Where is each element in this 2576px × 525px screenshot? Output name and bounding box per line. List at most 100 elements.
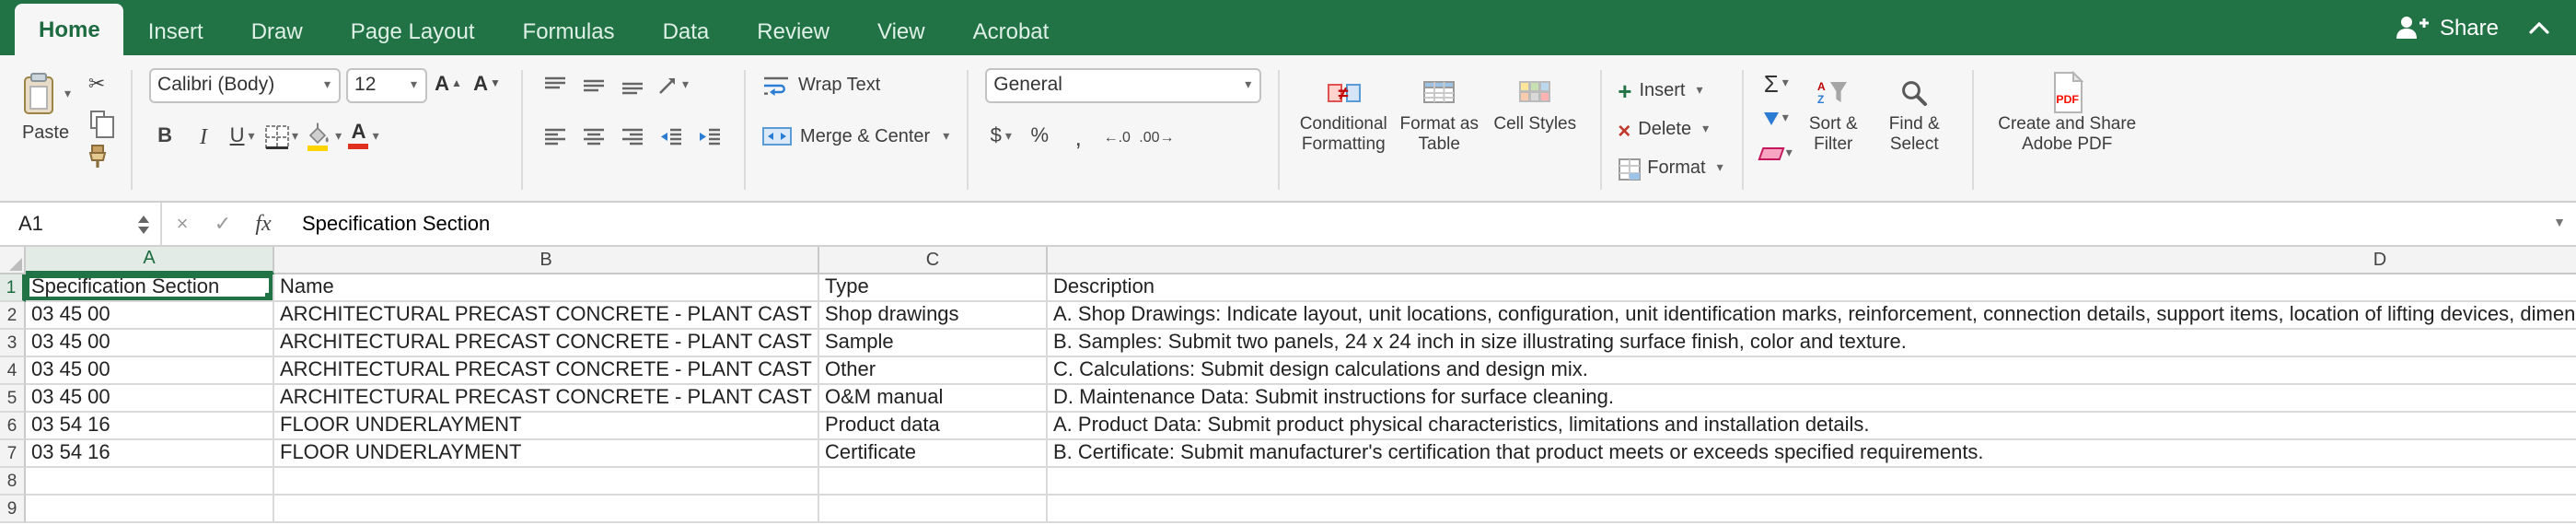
currency-format-button[interactable]: $ ▾ xyxy=(984,120,1017,153)
merge-center-button[interactable]: Merge & Center ▾ xyxy=(761,114,949,158)
format-as-table-button[interactable]: Format as Table xyxy=(1391,63,1487,155)
number-format-select[interactable]: General ▾ xyxy=(984,67,1260,102)
cell-D4[interactable]: C. Calculations: Submit design calculati… xyxy=(1048,357,2576,385)
cell-B2[interactable]: ARCHITECTURAL PRECAST CONCRETE - PLANT C… xyxy=(274,302,819,330)
cell-D2[interactable]: A. Shop Drawings: Indicate layout, unit … xyxy=(1048,302,2576,330)
confirm-entry-button[interactable]: ✓ xyxy=(203,212,243,236)
cut-button[interactable]: ✂ xyxy=(80,66,113,99)
tab-draw[interactable]: Draw xyxy=(227,7,327,55)
comma-format-button[interactable]: , xyxy=(1062,120,1095,153)
column-header-C[interactable]: C xyxy=(819,247,1048,274)
cell-B5[interactable]: ARCHITECTURAL PRECAST CONCRETE - PLANT C… xyxy=(274,385,819,413)
paste-dropdown-caret-icon[interactable]: ▾ xyxy=(64,88,71,100)
row-header-4[interactable]: 4 xyxy=(0,357,26,385)
cell-B7[interactable]: FLOOR UNDERLAYMENT xyxy=(274,440,819,468)
row-header-6[interactable]: 6 xyxy=(0,413,26,440)
font-size-select[interactable]: 12 ▾ xyxy=(345,67,426,102)
conditional-formatting-button[interactable]: ≠ Conditional Formatting xyxy=(1295,63,1391,155)
autosum-button[interactable]: Σ ▾ xyxy=(1759,66,1793,99)
tab-formulas[interactable]: Formulas xyxy=(499,7,639,55)
fill-color-button[interactable]: ▾ xyxy=(304,120,342,153)
decrease-font-size-button[interactable]: A▼ xyxy=(470,68,504,101)
underline-button[interactable]: U ▾ xyxy=(226,120,259,153)
borders-button[interactable]: ▾ xyxy=(264,120,298,153)
cancel-entry-button[interactable]: × xyxy=(162,213,203,235)
align-top-button[interactable] xyxy=(539,68,572,101)
increase-font-size-button[interactable]: A▲ xyxy=(432,68,465,101)
align-right-button[interactable] xyxy=(616,120,649,153)
clear-button[interactable]: ▾ xyxy=(1759,136,1793,169)
decrease-decimal-button[interactable]: .00→ xyxy=(1139,120,1174,153)
row-header-7[interactable]: 7 xyxy=(0,440,26,468)
font-color-button[interactable]: A ▾ xyxy=(347,120,380,153)
row-header-1[interactable]: 1 xyxy=(0,274,26,302)
cell-B4[interactable]: ARCHITECTURAL PRECAST CONCRETE - PLANT C… xyxy=(274,357,819,385)
name-box-spinner[interactable] xyxy=(138,215,153,233)
tab-view[interactable]: View xyxy=(853,7,949,55)
cell-D6[interactable]: A. Product Data: Submit product physical… xyxy=(1048,413,2576,440)
row-header-2[interactable]: 2 xyxy=(0,302,26,330)
column-header-B[interactable]: B xyxy=(274,247,819,274)
tab-home[interactable]: Home xyxy=(15,4,124,55)
cell-D5[interactable]: D. Maintenance Data: Submit instructions… xyxy=(1048,385,2576,413)
increase-indent-button[interactable] xyxy=(693,120,726,153)
tab-acrobat[interactable]: Acrobat xyxy=(949,7,1073,55)
font-name-select[interactable]: Calibri (Body) ▾ xyxy=(148,67,340,102)
cell-B8[interactable] xyxy=(274,468,819,496)
copy-button[interactable] xyxy=(80,103,113,136)
cell-A3[interactable]: 03 45 00 xyxy=(26,330,274,357)
cell-C3[interactable]: Sample xyxy=(819,330,1048,357)
share-button[interactable]: Share xyxy=(2394,15,2499,41)
tab-insert[interactable]: Insert xyxy=(124,7,227,55)
sort-filter-button[interactable]: A Z Sort & Filter xyxy=(1793,63,1874,155)
tab-data[interactable]: Data xyxy=(639,7,734,55)
row-header-8[interactable]: 8 xyxy=(0,468,26,496)
row-header-5[interactable]: 5 xyxy=(0,385,26,413)
fill-button[interactable]: ▾ xyxy=(1759,101,1793,134)
cell-A2[interactable]: 03 45 00 xyxy=(26,302,274,330)
wrap-text-button[interactable]: Wrap Text xyxy=(761,63,949,107)
increase-decimal-button[interactable]: ←.0 xyxy=(1100,120,1133,153)
align-center-button[interactable] xyxy=(577,120,610,153)
cell-C5[interactable]: O&M manual xyxy=(819,385,1048,413)
cell-C8[interactable] xyxy=(819,468,1048,496)
align-bottom-button[interactable] xyxy=(616,68,649,101)
cell-C4[interactable]: Other xyxy=(819,357,1048,385)
formula-input[interactable]: Specification Section xyxy=(284,213,2543,235)
decrease-indent-button[interactable] xyxy=(655,120,688,153)
insert-cells-button[interactable]: + Insert ▾ xyxy=(1618,74,1724,109)
select-all-corner[interactable] xyxy=(0,247,26,274)
cell-C2[interactable]: Shop drawings xyxy=(819,302,1048,330)
collapse-ribbon-icon[interactable] xyxy=(2528,20,2550,35)
cell-B6[interactable]: FLOOR UNDERLAYMENT xyxy=(274,413,819,440)
cell-D7[interactable]: B. Certificate: Submit manufacturer's ce… xyxy=(1048,440,2576,468)
cell-D3[interactable]: B. Samples: Submit two panels, 24 x 24 i… xyxy=(1048,330,2576,357)
align-left-button[interactable] xyxy=(539,120,572,153)
cell-C7[interactable]: Certificate xyxy=(819,440,1048,468)
cell-C9[interactable] xyxy=(819,496,1048,523)
delete-cells-button[interactable]: × Delete ▾ xyxy=(1618,112,1724,147)
cell-D1[interactable]: Description xyxy=(1048,274,2576,302)
cell-A8[interactable] xyxy=(26,468,274,496)
cell-styles-button[interactable]: Cell Styles xyxy=(1487,63,1583,135)
cell-A9[interactable] xyxy=(26,496,274,523)
orientation-button[interactable]: ▾ xyxy=(655,68,689,101)
tab-page-layout[interactable]: Page Layout xyxy=(327,7,499,55)
paste-button[interactable]: ▾ Paste xyxy=(11,63,80,146)
insert-function-button[interactable]: fx xyxy=(243,210,284,238)
cell-C1[interactable]: Type xyxy=(819,274,1048,302)
cell-B9[interactable] xyxy=(274,496,819,523)
format-cells-button[interactable]: Format ▾ xyxy=(1618,151,1724,186)
bold-button[interactable]: B xyxy=(148,120,181,153)
row-header-9[interactable]: 9 xyxy=(0,496,26,523)
cell-A4[interactable]: 03 45 00 xyxy=(26,357,274,385)
row-header-3[interactable]: 3 xyxy=(0,330,26,357)
name-box[interactable]: A1 xyxy=(0,203,162,245)
cell-B1[interactable]: Name xyxy=(274,274,819,302)
cell-D9[interactable] xyxy=(1048,496,2576,523)
column-header-A[interactable]: A xyxy=(26,247,274,274)
cell-A6[interactable]: 03 54 16 xyxy=(26,413,274,440)
cell-C6[interactable]: Product data xyxy=(819,413,1048,440)
create-share-adobe-pdf-button[interactable]: PDF Create and Share Adobe PDF xyxy=(1990,63,2144,155)
italic-button[interactable]: I xyxy=(187,120,220,153)
